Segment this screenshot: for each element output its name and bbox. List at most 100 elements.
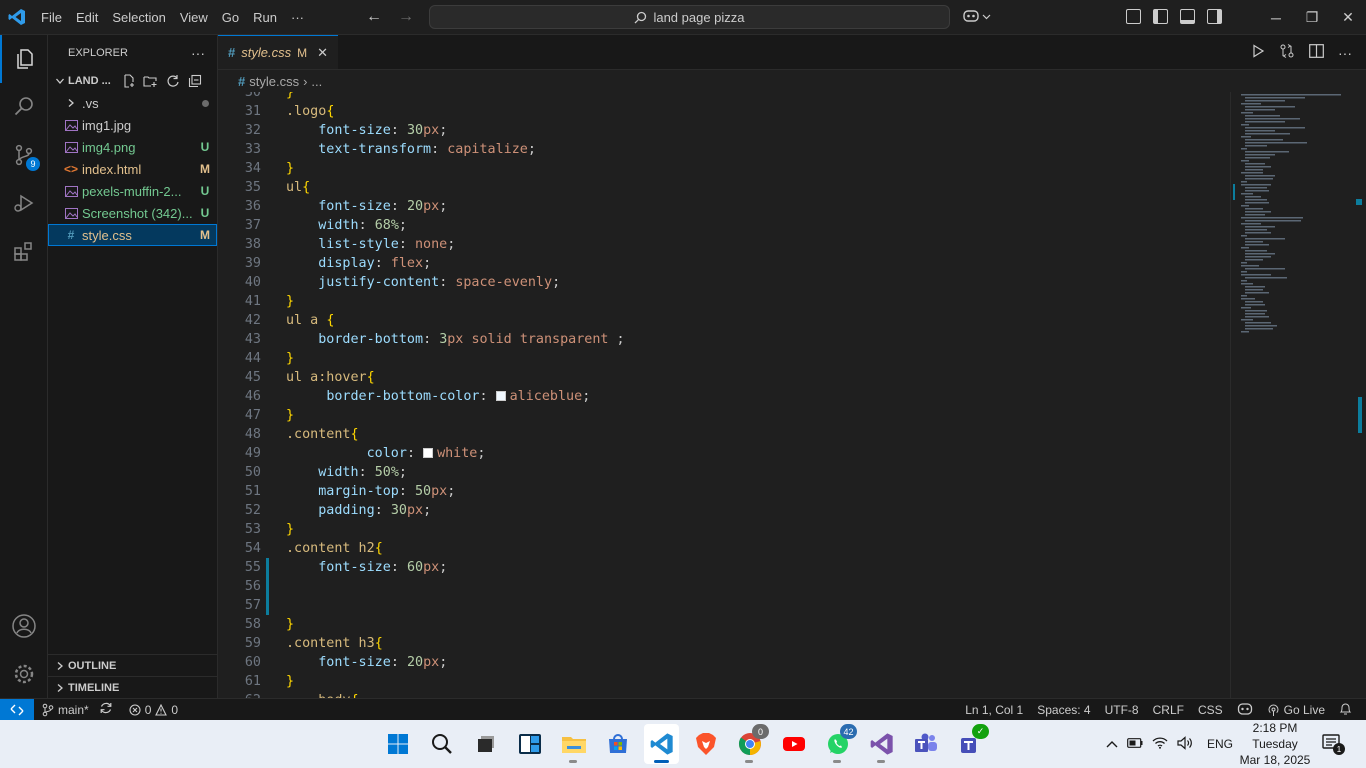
teams-app[interactable] <box>908 724 943 764</box>
explorer-activity[interactable] <box>0 35 48 83</box>
explorer-more-button[interactable]: ··· <box>191 45 205 61</box>
problems-status[interactable]: 0 0 <box>129 703 178 717</box>
run-debug-activity[interactable] <box>0 179 48 227</box>
command-center-search[interactable]: land page pizza <box>429 5 950 29</box>
code-line[interactable]: 57 <box>218 596 1228 615</box>
notification-center[interactable]: 1 <box>1322 734 1345 757</box>
code-line[interactable]: 44} <box>218 349 1228 368</box>
whatsapp-app[interactable]: 42 <box>820 724 857 764</box>
encoding[interactable]: UTF-8 <box>1105 703 1139 717</box>
code-line[interactable]: 43 border-bottom: 3px solid transparent … <box>218 330 1228 349</box>
wifi-icon[interactable] <box>1152 736 1168 752</box>
run-icon[interactable] <box>1251 44 1265 61</box>
indentation[interactable]: Spaces: 4 <box>1037 703 1090 717</box>
code-line[interactable]: 42 ul a { <box>218 311 1228 330</box>
timeline-section[interactable]: TIMELINE <box>48 676 217 698</box>
input-language[interactable]: ENG <box>1207 737 1233 751</box>
close-icon[interactable]: ✕ <box>317 45 328 61</box>
clock[interactable]: 2:18 PM Tuesday Mar 18, 2025 <box>1238 720 1312 768</box>
code-line[interactable]: 45 ul a:hover{ <box>218 368 1228 387</box>
back-arrow-icon[interactable]: ← <box>363 8 385 26</box>
code-line[interactable]: 46 border-bottom-color: aliceblue; <box>218 387 1228 406</box>
menu-go[interactable]: Go <box>215 0 246 35</box>
tab-style-css[interactable]: # style.css M ✕ <box>218 35 338 69</box>
vertical-scrollbar[interactable] <box>1352 92 1366 698</box>
taskbar-search[interactable] <box>424 724 459 764</box>
code-line[interactable]: 53} <box>218 520 1228 539</box>
split-editor-icon[interactable] <box>1309 44 1324 61</box>
open-changes-icon[interactable] <box>1279 43 1295 62</box>
restore-icon[interactable]: ❐ <box>1294 0 1330 35</box>
file-item-img4[interactable]: img4.png U <box>48 136 217 158</box>
toggle-primary-sidebar-icon[interactable] <box>1153 9 1168 24</box>
more-actions-icon[interactable]: ··· <box>1338 45 1352 61</box>
code-line[interactable]: 54 .content h2{ <box>218 539 1228 558</box>
language-mode[interactable]: CSS <box>1198 703 1223 717</box>
code-line[interactable]: 59 .content h3{ <box>218 634 1228 653</box>
chrome-app[interactable]: 0 <box>732 724 769 764</box>
code-editor[interactable]: 30} 31 .logo{32 font-size: 30px; 33 text-tr… <box>218 92 1228 698</box>
show-hidden-icons-chevron-icon[interactable] <box>1106 737 1118 751</box>
scrollbar-thumb[interactable] <box>1358 397 1362 433</box>
extensions-activity[interactable] <box>0 227 48 275</box>
code-line[interactable]: 32 font-size: 30px; <box>218 121 1228 140</box>
file-item-index-html[interactable]: <> index.html M <box>48 158 217 180</box>
code-line[interactable]: 38 list-style: none; <box>218 235 1228 254</box>
code-line[interactable]: 62 body{ <box>218 691 1228 698</box>
collapse-all-icon[interactable] <box>187 73 203 89</box>
code-line[interactable]: 41} <box>218 292 1228 311</box>
widgets[interactable] <box>512 724 547 764</box>
search-activity[interactable] <box>0 83 48 131</box>
manage-activity[interactable] <box>0 650 48 698</box>
code-line[interactable]: 34} <box>218 159 1228 178</box>
modified-line-gutter-marker[interactable] <box>266 596 269 615</box>
visual-studio-app[interactable] <box>864 724 899 764</box>
sync-icon[interactable] <box>99 701 113 718</box>
close-icon[interactable]: ✕ <box>1330 0 1366 35</box>
modified-line-gutter-marker[interactable] <box>266 558 269 577</box>
file-item-pexels[interactable]: pexels-muffin-2... U <box>48 180 217 202</box>
code-line[interactable]: 60 font-size: 20px; <box>218 653 1228 672</box>
brave-app[interactable] <box>688 724 723 764</box>
code-line[interactable]: 36 font-size: 20px; <box>218 197 1228 216</box>
breadcrumb-symbol[interactable]: ... <box>311 74 322 89</box>
microsoft-store-app[interactable] <box>600 724 635 764</box>
forward-arrow-icon[interactable]: → <box>395 8 417 26</box>
battery-icon[interactable] <box>1127 737 1143 751</box>
volume-icon[interactable] <box>1177 735 1194 753</box>
modified-line-gutter-marker[interactable] <box>266 577 269 596</box>
vscode-app[interactable] <box>644 724 679 764</box>
new-folder-icon[interactable] <box>143 73 159 89</box>
code-line[interactable]: 33 text-transform: capitalize; <box>218 140 1228 159</box>
file-explorer-app[interactable] <box>556 724 591 764</box>
code-line[interactable]: 52 padding: 30px; <box>218 501 1228 520</box>
notifications-bell-icon[interactable] <box>1339 702 1352 719</box>
code-line[interactable]: 58} <box>218 615 1228 634</box>
code-line[interactable]: 61} <box>218 672 1228 691</box>
code-line[interactable]: 39 display: flex; <box>218 254 1228 273</box>
file-item-vs[interactable]: .vs <box>48 92 217 114</box>
branch-status[interactable]: main* <box>42 703 89 717</box>
menu-selection[interactable]: Selection <box>105 0 172 35</box>
menu-file[interactable]: File <box>34 0 69 35</box>
go-live-button[interactable]: Go Live <box>1267 703 1325 717</box>
task-view[interactable] <box>468 724 503 764</box>
code-line[interactable]: 49 color: white; <box>218 444 1228 463</box>
start-button[interactable] <box>380 724 415 764</box>
code-line[interactable]: 30} <box>218 92 1228 102</box>
code-line[interactable]: 51 margin-top: 50px; <box>218 482 1228 501</box>
code-line[interactable]: 48 .content{ <box>218 425 1228 444</box>
workspace-folder[interactable]: LAND ... <box>48 70 217 92</box>
new-file-icon[interactable] <box>121 73 137 89</box>
code-line[interactable]: 55 font-size: 60px; <box>218 558 1228 577</box>
code-line[interactable]: 40 justify-content: space-evenly; <box>218 273 1228 292</box>
copilot-button[interactable] <box>962 8 991 24</box>
minimize-icon[interactable]: ─ <box>1258 0 1294 35</box>
accounts-activity[interactable] <box>0 602 48 650</box>
menu-more[interactable]: ··· <box>284 0 311 35</box>
toggle-panel-icon[interactable] <box>1180 9 1195 24</box>
menu-run[interactable]: Run <box>246 0 284 35</box>
youtube-app[interactable] <box>776 724 811 764</box>
code-line[interactable]: 31 .logo{ <box>218 102 1228 121</box>
menu-view[interactable]: View <box>173 0 215 35</box>
